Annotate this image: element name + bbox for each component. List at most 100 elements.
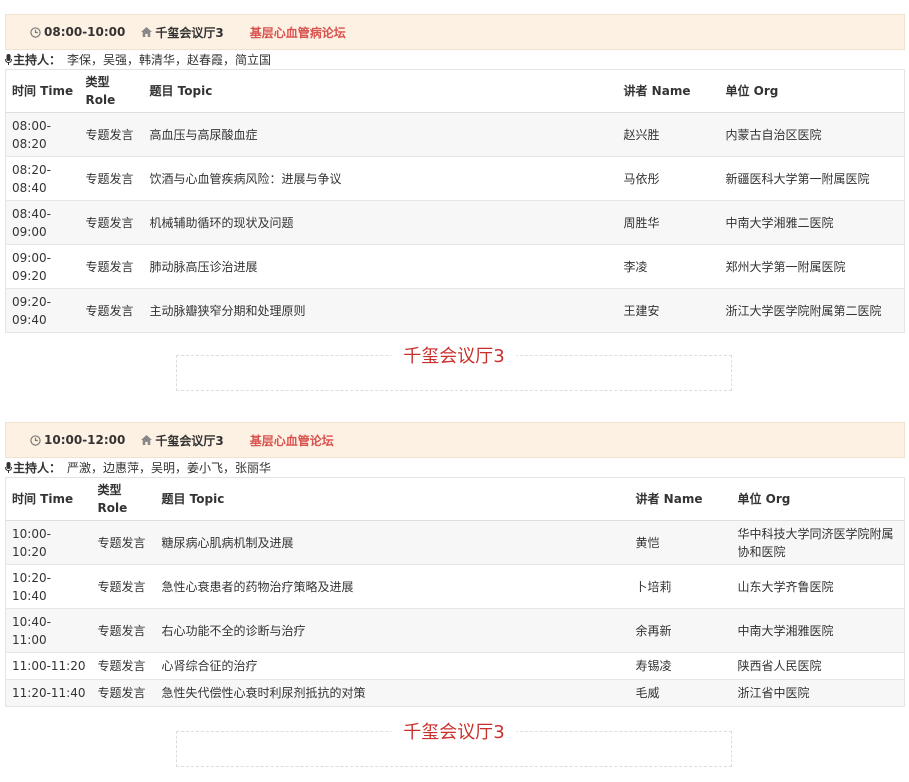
row-time: 09:00- 09:20: [5, 244, 80, 289]
header-topic: 题目 Topic: [155, 477, 630, 521]
schedule-table: 时间 Time 类型 Role 题目 Topic 讲者 Name 单位 Org 0…: [5, 69, 905, 333]
row-org: 郑州大学第一附属医院: [719, 244, 905, 289]
row-time: 09:20- 09:40: [5, 288, 80, 333]
row-speaker: 李凌: [617, 244, 720, 289]
row-role: 专题发言: [91, 520, 156, 565]
table-row: 11:20-11:40 专题发言 急性失代偿性心衰时利尿剂抵抗的对策 毛威 浙江…: [5, 679, 905, 707]
row-role: 专题发言: [79, 288, 144, 333]
session-block: 10:00-12:00 千玺会议厅3 基层心血管论坛 主持人： 严激，边惠萍，吴…: [5, 422, 905, 707]
table-header-row: 时间 Time 类型 Role 题目 Topic 讲者 Name 单位 Org: [5, 477, 905, 521]
home-icon: [141, 27, 153, 37]
room-banner: 千玺会议厅3: [176, 342, 732, 391]
row-time: 10:20- 10:40: [5, 564, 92, 609]
row-org: 山东大学齐鲁医院: [731, 564, 905, 609]
table-row: 11:00-11:20 专题发言 心肾综合征的治疗 寿锡凌 陕西省人民医院: [5, 652, 905, 680]
row-role: 专题发言: [91, 679, 156, 707]
table-row: 09:00- 09:20 专题发言 肺动脉高压诊治进展 李凌 郑州大学第一附属医院: [5, 244, 905, 289]
row-topic: 肺动脉高压诊治进展: [143, 244, 618, 289]
header-org: 单位 Org: [719, 69, 905, 113]
row-time: 08:40- 09:00: [5, 200, 80, 245]
row-org: 华中科技大学同济医学院附属协和医院: [731, 520, 905, 565]
row-org: 中南大学湘雅医院: [731, 608, 905, 653]
table-header-row: 时间 Time 类型 Role 题目 Topic 讲者 Name 单位 Org: [5, 69, 905, 113]
row-speaker: 赵兴胜: [617, 112, 720, 157]
row-topic: 机械辅助循环的现状及问题: [143, 200, 618, 245]
header-time: 时间 Time: [5, 69, 80, 113]
row-speaker: 马依彤: [617, 156, 720, 201]
header-role: 类型 Role: [79, 69, 144, 113]
schedule-table: 时间 Time 类型 Role 题目 Topic 讲者 Name 单位 Org 1…: [5, 477, 905, 707]
session-room: 千玺会议厅3: [141, 432, 224, 449]
row-topic: 糖尿病心肌病机制及进展: [155, 520, 630, 565]
clock-icon: [30, 434, 41, 446]
row-org: 新疆医科大学第一附属医院: [719, 156, 905, 201]
header-speaker: 讲者 Name: [617, 69, 720, 113]
row-topic: 主动脉瓣狭窄分期和处理原则: [143, 288, 618, 333]
hosts-names: 李保，吴强，韩清华，赵春霞，简立国: [67, 53, 272, 67]
header-role: 类型 Role: [91, 477, 156, 521]
header-speaker: 讲者 Name: [629, 477, 732, 521]
row-time: 08:00- 08:20: [5, 112, 80, 157]
table-row: 10:00- 10:20 专题发言 糖尿病心肌病机制及进展 黄恺 华中科技大学同济…: [5, 520, 905, 565]
row-role: 专题发言: [79, 112, 144, 157]
home-icon: [141, 435, 153, 445]
session-topic: 基层心血管论坛: [249, 433, 334, 448]
row-time: 11:00-11:20: [5, 652, 92, 680]
microphone-icon: [5, 462, 12, 473]
table-row: 09:20- 09:40 专题发言 主动脉瓣狭窄分期和处理原则 王建安 浙江大学医…: [5, 288, 905, 333]
room-banner-title: 千玺会议厅3: [391, 718, 517, 744]
row-role: 专题发言: [79, 156, 144, 201]
row-speaker: 卜培莉: [629, 564, 732, 609]
row-topic: 心肾综合征的治疗: [155, 652, 630, 680]
row-role: 专题发言: [79, 200, 144, 245]
session-room: 千玺会议厅3: [141, 24, 224, 41]
header-org: 单位 Org: [731, 477, 905, 521]
session-time: 08:00-10:00: [30, 25, 125, 39]
hosts-names: 严激，边惠萍，吴明，姜小飞，张丽华: [67, 461, 272, 475]
row-org: 内蒙古自治区医院: [719, 112, 905, 157]
row-topic: 急性心衰患者的药物治疗策略及进展: [155, 564, 630, 609]
table-row: 08:00- 08:20 专题发言 高血压与高尿酸血症 赵兴胜 内蒙古自治区医院: [5, 112, 905, 157]
row-topic: 饮酒与心血管疾病风险：进展与争议: [143, 156, 618, 201]
session-topic: 基层心血管病论坛: [249, 25, 346, 40]
row-speaker: 毛威: [629, 679, 732, 707]
clock-icon: [30, 26, 41, 38]
header-topic: 题目 Topic: [143, 69, 618, 113]
row-speaker: 寿锡凌: [629, 652, 732, 680]
row-time: 08:20- 08:40: [5, 156, 80, 201]
row-speaker: 余再新: [629, 608, 732, 653]
row-topic: 急性失代偿性心衰时利尿剂抵抗的对策: [155, 679, 630, 707]
row-role: 专题发言: [91, 652, 156, 680]
room-banner-title: 千玺会议厅3: [391, 342, 517, 368]
row-org: 陕西省人民医院: [731, 652, 905, 680]
microphone-icon: [5, 54, 12, 65]
session-header: 08:00-10:00 千玺会议厅3 基层心血管病论坛: [5, 14, 905, 50]
row-topic: 右心功能不全的诊断与治疗: [155, 608, 630, 653]
row-org: 中南大学湘雅二医院: [719, 200, 905, 245]
row-topic: 高血压与高尿酸血症: [143, 112, 618, 157]
session-time: 10:00-12:00: [30, 433, 125, 447]
row-role: 专题发言: [91, 608, 156, 653]
row-time: 10:40- 11:00: [5, 608, 92, 653]
table-row: 08:20- 08:40 专题发言 饮酒与心血管疾病风险：进展与争议 马依彤 新疆…: [5, 156, 905, 201]
row-role: 专题发言: [79, 244, 144, 289]
row-time: 10:00- 10:20: [5, 520, 92, 565]
table-row: 10:40- 11:00 专题发言 右心功能不全的诊断与治疗 余再新 中南大学湘雅…: [5, 608, 905, 653]
session-hosts: 主持人： 李保，吴强，韩清华，赵春霞，简立国: [5, 50, 905, 69]
table-row: 10:20- 10:40 专题发言 急性心衰患者的药物治疗策略及进展 卜培莉 山东…: [5, 564, 905, 609]
session-header: 10:00-12:00 千玺会议厅3 基层心血管论坛: [5, 422, 905, 458]
row-time: 11:20-11:40: [5, 679, 92, 707]
row-speaker: 黄恺: [629, 520, 732, 565]
table-row: 08:40- 09:00 专题发言 机械辅助循环的现状及问题 周胜华 中南大学湘雅…: [5, 200, 905, 245]
row-org: 浙江大学医学院附属第二医院: [719, 288, 905, 333]
session-block: 08:00-10:00 千玺会议厅3 基层心血管病论坛 主持人： 李保，吴强，韩…: [5, 14, 905, 333]
header-time: 时间 Time: [5, 477, 92, 521]
row-org: 浙江省中医院: [731, 679, 905, 707]
session-hosts: 主持人： 严激，边惠萍，吴明，姜小飞，张丽华: [5, 458, 905, 477]
row-speaker: 王建安: [617, 288, 720, 333]
row-speaker: 周胜华: [617, 200, 720, 245]
room-banner: 千玺会议厅3: [176, 718, 732, 767]
row-role: 专题发言: [91, 564, 156, 609]
hosts-label: 主持人：: [13, 461, 62, 475]
hosts-label: 主持人：: [13, 53, 62, 67]
